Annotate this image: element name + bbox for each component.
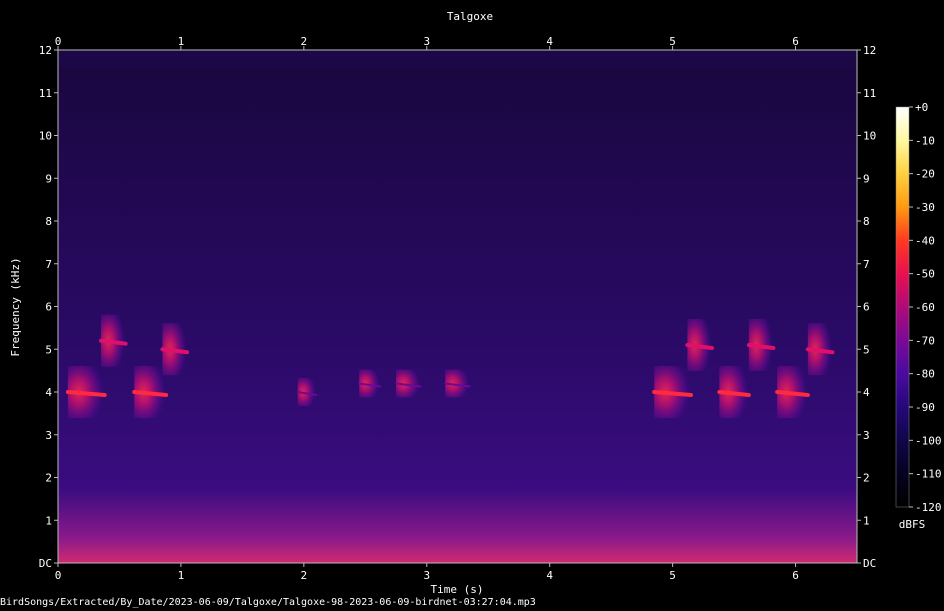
x-tick-label-top: 1 [178,35,185,48]
colorbar-tick-label: -30 [915,201,935,214]
colorbar-tick-label: -70 [915,334,935,347]
noise-band [58,68,857,563]
colorbar-label: dBFS [899,518,926,531]
x-tick-label: 3 [423,569,430,582]
y-axis-label: Frequency (kHz) [9,257,22,356]
y-tick-label-right: 1 [863,514,870,527]
file-path-caption: BirdSongs/Extracted/By_Date/2023-06-09/T… [0,597,536,608]
y-tick-label: 6 [45,301,52,314]
colorbar-gradient [895,106,910,508]
x-tick-label: 2 [301,569,308,582]
x-tick-label: 1 [178,569,185,582]
y-tick-label-right: 10 [863,130,876,143]
y-tick-label: 3 [45,429,52,442]
colorbar-tick-label: -20 [915,168,935,181]
x-axis-bottom: 0 1 2 3 4 5 6 [55,563,799,582]
y-tick-label-right: 4 [863,386,870,399]
colorbar-ticks: +0 -10 -20 -30 -40 -50 -60 -70 -80 -90 -100 -110 -12… [909,101,942,514]
y-tick-label: 12 [39,44,52,57]
x-tick-label-top: 6 [792,35,799,48]
x-axis-top: 0 1 2 3 4 5 6 [55,35,799,50]
x-tick-label: 0 [55,569,62,582]
x-tick-label-top: 4 [546,35,553,48]
y-tick-label: 2 [45,472,52,485]
x-tick-label-top: 2 [301,35,308,48]
y-axis-left: DC123456789101112 [39,44,58,570]
y-tick-label: 9 [45,172,52,185]
x-tick-label: 6 [792,569,799,582]
y-tick-label: 10 [39,130,52,143]
x-axis-label: Time (s) [431,583,484,596]
y-tick-label-right: 7 [863,258,870,271]
y-tick-label: 11 [39,87,52,100]
x-tick-label: 5 [669,569,676,582]
colorbar-tick-label: -10 [915,134,935,147]
spectrogram-figure: Talgoxe 0123456 0123456 DC12345678910111… [9,10,942,596]
y-tick-label-right: 11 [863,87,876,100]
colorbar-tick-label: -40 [915,234,935,247]
y-tick-label-right: 9 [863,172,870,185]
x-tick-label-top: 3 [423,35,430,48]
plot-area [57,49,858,564]
colorbar: +0 -10 -20 -30 -40 -50 -60 -70 -80 -90 -100 -110 -12… [895,101,942,531]
y-tick-label-right: 8 [863,215,870,228]
y-tick-label-right: 3 [863,429,870,442]
y-tick-label: 8 [45,215,52,228]
colorbar-tick-label: -50 [915,268,935,281]
y-tick-label-right: 6 [863,301,870,314]
y-tick-label-right: 12 [863,44,876,57]
y-tick-label: 7 [45,258,52,271]
y-tick-label-right: DC [863,557,876,570]
colorbar-tick-label: -60 [915,301,935,314]
y-tick-label-right: 5 [863,343,870,356]
colorbar-tick-label: -110 [915,468,942,481]
colorbar-tick-label: -120 [915,501,942,514]
x-tick-label-top: 0 [55,35,62,48]
colorbar-tick-label: +0 [915,101,928,114]
x-tick-label: 4 [546,569,553,582]
y-tick-label: 5 [45,343,52,356]
y-tick-label: 4 [45,386,52,399]
colorbar-tick-label: -90 [915,401,935,414]
y-tick-label: DC [39,557,52,570]
y-tick-label-right: 2 [863,472,870,485]
colorbar-tick-label: -100 [915,434,942,447]
chart-title: Talgoxe [447,10,493,23]
y-tick-label: 1 [45,514,52,527]
y-axis-right: DC123456789101112 [857,44,876,570]
colorbar-tick-label: -80 [915,368,935,381]
x-tick-label-top: 5 [669,35,676,48]
